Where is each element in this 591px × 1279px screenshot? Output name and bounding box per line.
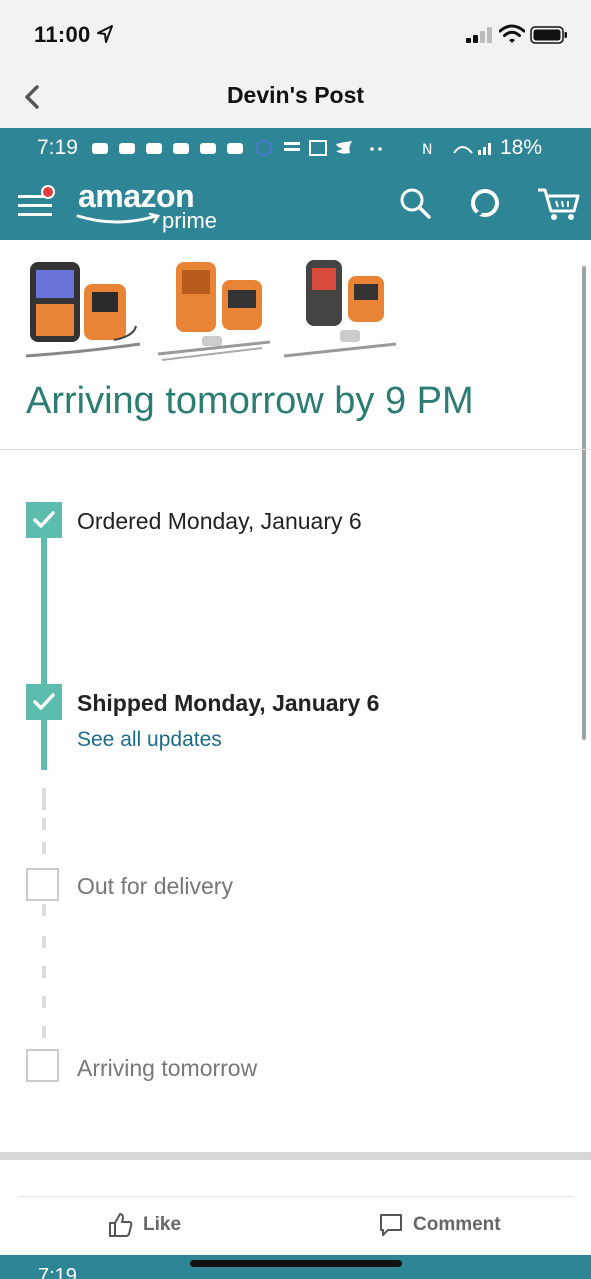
notification-icons bbox=[92, 140, 382, 156]
amazon-smile-icon bbox=[76, 212, 161, 224]
next-post-image-peek: 7:19 bbox=[0, 1255, 591, 1279]
comment-label: Comment bbox=[413, 1214, 501, 1235]
thumbs-up-icon bbox=[109, 1213, 133, 1237]
logo-prime-word: prime bbox=[162, 208, 218, 233]
post-actions-bar: Like Comment bbox=[0, 1160, 591, 1255]
android-system-icons: N bbox=[422, 142, 491, 157]
post-title: Devin's Post bbox=[226, 82, 365, 108]
post-header: Devin's Post bbox=[0, 70, 591, 126]
like-label: Like bbox=[143, 1214, 182, 1235]
out-for-delivery-checkbox bbox=[26, 868, 59, 901]
ios-status-bar: 11:00 bbox=[0, 0, 591, 70]
android-battery-percent: 18% bbox=[500, 136, 543, 159]
step-shipped: Shipped Monday, January 6 bbox=[77, 690, 380, 716]
like-button[interactable]: Like bbox=[108, 1210, 181, 1240]
timeline-progress-line bbox=[41, 526, 47, 770]
product-image-thermometer-red[interactable] bbox=[280, 256, 398, 364]
timeline-dash bbox=[42, 1026, 46, 1038]
timeline-dash bbox=[42, 936, 46, 948]
amazon-prime-logo[interactable]: amazon prime bbox=[76, 176, 226, 234]
see-all-updates-link[interactable]: See all updates bbox=[77, 728, 222, 752]
product-image-thermometer-blue[interactable] bbox=[24, 256, 142, 364]
shipped-check-icon bbox=[26, 684, 62, 720]
timeline-dash bbox=[42, 966, 46, 978]
wifi-icon bbox=[499, 24, 525, 43]
timeline-dash bbox=[42, 818, 46, 830]
post-image-amazon-screenshot: 7:19 N 18% amazon prime Arriving tomorro… bbox=[0, 128, 591, 1160]
divider bbox=[0, 449, 591, 450]
home-indicator[interactable] bbox=[190, 1260, 402, 1267]
timeline-dash bbox=[42, 842, 46, 854]
hamburger-menu-icon[interactable] bbox=[16, 184, 56, 224]
step-arriving: Arriving tomorrow bbox=[77, 1055, 258, 1081]
cellular-signal-icon bbox=[466, 27, 492, 43]
actions-divider bbox=[18, 1196, 574, 1197]
comment-button[interactable]: Comment bbox=[378, 1210, 501, 1240]
arriving-checkbox bbox=[26, 1049, 59, 1082]
delivery-headline: Arriving tomorrow by 9 PM bbox=[26, 380, 474, 422]
android-status-bar: 7:19 N 18% bbox=[0, 128, 591, 168]
scrollbar[interactable] bbox=[582, 266, 586, 740]
comment-bubble-icon bbox=[380, 1214, 402, 1236]
cart-icon[interactable] bbox=[536, 184, 580, 222]
battery-icon bbox=[530, 26, 567, 44]
screenshot-bottom-edge bbox=[0, 1152, 591, 1160]
step-ordered: Ordered Monday, January 6 bbox=[77, 508, 362, 534]
peek-time: 7:19 bbox=[38, 1265, 77, 1279]
location-arrow-icon bbox=[97, 25, 113, 43]
ordered-check-icon bbox=[26, 502, 62, 538]
timeline-dash bbox=[42, 904, 46, 916]
android-status-time: 7:19 bbox=[37, 136, 78, 159]
product-image-thermometer-orange[interactable] bbox=[152, 256, 270, 364]
search-icon[interactable] bbox=[398, 186, 432, 220]
status-time: 11:00 bbox=[34, 22, 91, 47]
timeline-dash bbox=[42, 788, 46, 810]
timeline-dash bbox=[42, 996, 46, 1008]
step-out-for-delivery: Out for delivery bbox=[77, 873, 233, 899]
svg-text:N: N bbox=[422, 142, 432, 157]
alexa-icon[interactable] bbox=[468, 186, 502, 220]
amazon-app-bar: amazon prime bbox=[0, 168, 591, 240]
